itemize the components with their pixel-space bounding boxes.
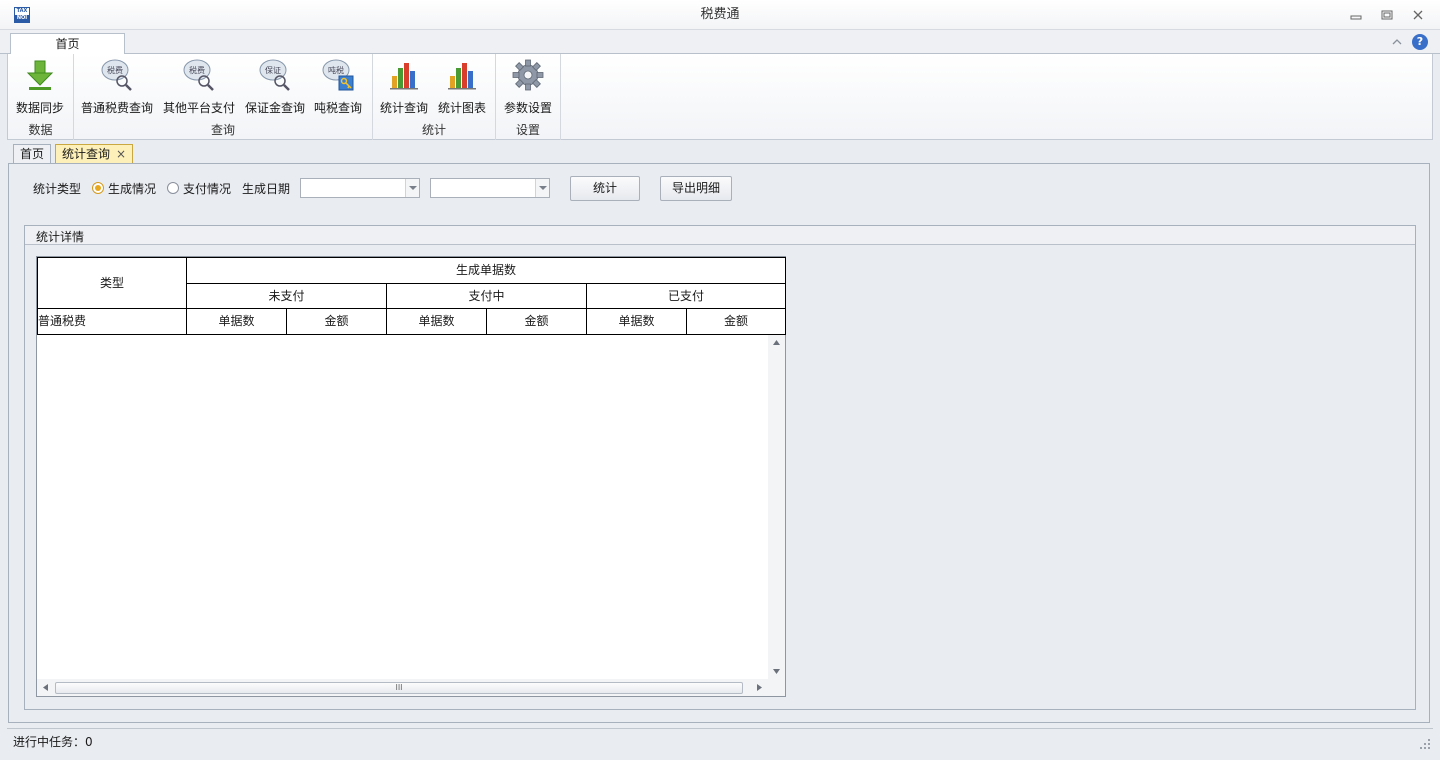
bar-chart-icon [387,58,421,92]
groupbox-title: 统计详情 [36,230,85,244]
radio-generate[interactable] [92,182,104,194]
tax-search-icon: 税费 [100,58,134,92]
collapse-ribbon-button[interactable] [1389,34,1405,50]
running-tasks-status: 进行中任务：0 [13,735,93,749]
group-label-query: 查询 [210,123,235,137]
tax-search-icon: 税费 [182,58,216,92]
group-label-settings: 设置 [515,123,540,137]
radio-payment-label[interactable]: 支付情况 [183,181,231,199]
group-label-stats: 统计 [421,123,446,137]
svg-text:税费: 税费 [189,65,205,75]
groupbox-header: 统计详情 [25,226,1415,245]
header-paying-count: 单据数 [386,308,487,335]
ribbon-tab-strip: 首页 ? [0,30,1440,55]
ribbon-group-query: 税费 普通税费查询 税费 其他平台支付 保证 保证金查询 吨税 吨税查询 查询 [74,54,373,140]
ribbon-panel: 数据同步 数据 税费 普通税费查询 税费 其他平台支付 保证 保证金查询 吨税 … [7,54,1433,140]
stats-chart-button[interactable]: 统计图表 [435,58,489,115]
stat-button[interactable]: 统计 [570,176,640,201]
chevron-down-icon[interactable] [535,179,549,197]
stats-query-button[interactable]: 统计查询 [377,58,431,115]
other-platform-pay-button[interactable]: 税费 其他平台支付 [160,58,238,115]
resize-grip-icon[interactable] [1419,738,1431,750]
bar-chart-icon [445,58,479,92]
generate-date-label: 生成日期 [242,182,291,196]
doc-tab-stats-query[interactable]: 统计查询 × [55,144,134,164]
header-unpaid: 未支付 [186,283,387,309]
date-to-combobox[interactable] [430,178,550,198]
tonnage-tax-query-button[interactable]: 吨税 吨税查询 [310,58,366,115]
header-paid-count: 单据数 [586,308,687,335]
svg-text:税费: 税费 [107,65,123,75]
radio-payment[interactable] [167,182,179,194]
restore-icon [1381,10,1393,20]
doc-tab-home-label: 首页 [20,147,45,161]
doc-tab-stats-label: 统计查询 [62,147,111,161]
header-generated-docs: 生成单据数 [186,257,786,284]
header-paid: 已支付 [586,283,786,309]
scroll-right-icon[interactable] [751,679,768,696]
scroll-arrows-icon [773,340,780,674]
header-paying: 支付中 [386,283,587,309]
deposit-search-icon: 保证 [258,58,292,92]
tab-close-icon[interactable]: × [116,145,126,163]
export-details-button[interactable]: 导出明细 [660,176,732,201]
sync-data-label: 数据同步 [15,101,64,115]
stat-type-label: 统计类型 [33,182,82,196]
ribbon-group-data: 数据同步 数据 [8,54,74,140]
svg-text:吨税: 吨税 [328,65,344,75]
other-platform-pay-label: 其他平台支付 [162,101,235,115]
tonnage-key-icon: 吨税 [321,58,355,92]
vertical-scrollbar[interactable] [768,335,785,681]
header-type: 类型 [37,257,187,309]
horizontal-scrollbar[interactable]: III [37,679,785,696]
close-icon [1413,10,1423,20]
gear-icon [511,58,545,92]
scroll-left-icon[interactable] [37,679,54,696]
stats-query-label: 统计查询 [379,101,428,115]
general-tax-query-label: 普通税费查询 [80,101,153,115]
radio-generate-label[interactable]: 生成情况 [108,181,156,199]
stats-chart-label: 统计图表 [437,101,486,115]
minimize-button[interactable] [1348,7,1364,23]
close-button[interactable] [1410,7,1426,23]
tonnage-tax-query-label: 吨税查询 [313,101,362,115]
param-settings-label: 参数设置 [503,101,552,115]
download-arrow-icon [23,58,57,92]
title-bar: TAX NOI 税费通 [0,0,1440,30]
general-tax-query-button[interactable]: 税费 普通税费查询 [78,58,156,115]
table-body[interactable] [37,335,769,681]
minimize-icon [1350,15,1362,20]
header-unpaid-count: 单据数 [186,308,287,335]
group-label-data: 数据 [28,123,53,137]
chevron-down-icon[interactable] [405,179,419,197]
doc-tab-home[interactable]: 首页 [13,144,52,164]
header-paid-amount: 金额 [686,308,786,335]
stats-table: 类型 生成单据数 未支付 支付中 已支付 普通税费 单据数 金额 单据数 金额 … [36,256,786,697]
svg-text:保证: 保证 [265,65,281,75]
restore-button[interactable] [1379,7,1395,23]
chevron-up-icon [1392,39,1402,45]
deposit-query-label: 保证金查询 [244,101,305,115]
sync-data-button[interactable]: 数据同步 [8,58,72,115]
ribbon-group-settings: 参数设置 设置 [496,54,561,140]
ribbon-group-stats: 统计查询 统计图表 统计 [373,54,496,140]
date-from-combobox[interactable] [300,178,420,198]
help-icon[interactable]: ? [1412,34,1428,50]
horizontal-scroll-thumb[interactable]: III [55,682,743,694]
status-bar: 进行中任务：0 [7,728,1433,752]
header-paying-amount: 金额 [486,308,587,335]
window-title: 税费通 [700,7,740,22]
header-unpaid-amount: 金额 [286,308,387,335]
deposit-query-button[interactable]: 保证 保证金查询 [242,58,308,115]
ribbon-tab-home[interactable]: 首页 [10,33,125,55]
row-label-general-tax: 普通税费 [37,308,187,335]
param-settings-button[interactable]: 参数设置 [499,58,557,115]
